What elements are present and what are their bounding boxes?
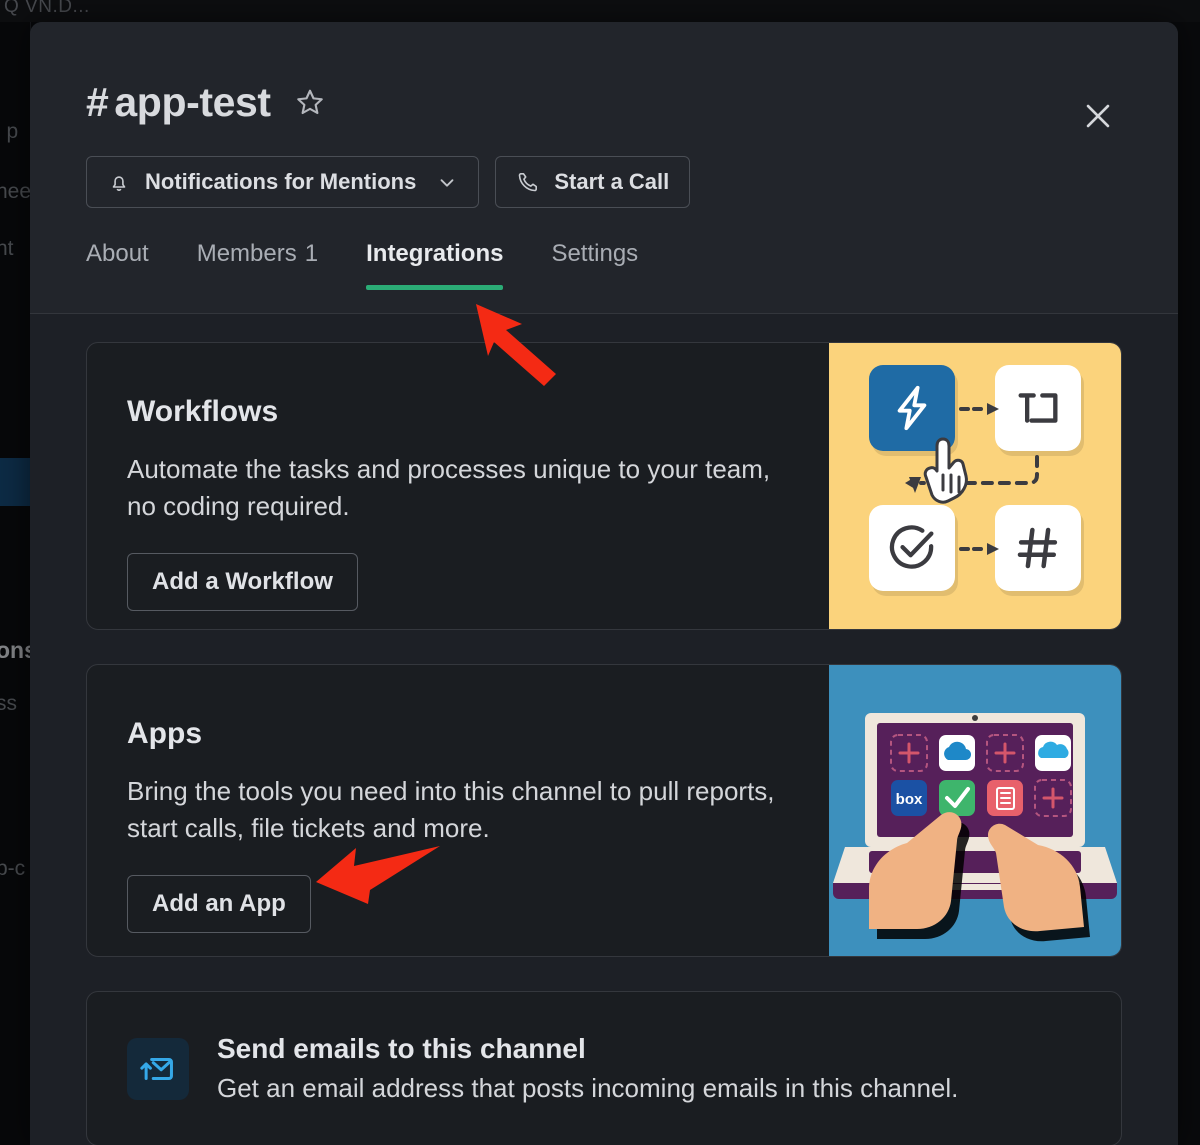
channel-name: app-test bbox=[114, 78, 271, 125]
workflows-card: Workflows Automate the tasks and process… bbox=[86, 342, 1122, 630]
check-circle-icon bbox=[869, 505, 955, 591]
check-icon bbox=[939, 780, 975, 816]
apps-card: Apps Bring the tools you need into this … bbox=[86, 664, 1122, 957]
page-title: # app-test bbox=[86, 79, 271, 126]
modal-title-row: # app-test bbox=[30, 74, 1178, 130]
tab-integrations[interactable]: Integrations bbox=[342, 240, 527, 290]
screen: Q VN.D... l p nee nt ons ss b-c #app-tes… bbox=[0, 0, 1200, 1145]
channel-details-modal: # app-test Notifications for Mentions St… bbox=[30, 22, 1178, 1145]
hash-icon: # bbox=[86, 78, 109, 125]
tab-about[interactable]: About bbox=[86, 240, 173, 290]
tab-settings-label: Settings bbox=[551, 240, 639, 267]
workflows-description: Automate the tasks and processes unique … bbox=[127, 454, 771, 521]
members-count: 1 bbox=[304, 240, 319, 267]
start-call-button-label: Start a Call bbox=[554, 169, 670, 194]
svg-text:box: box bbox=[896, 791, 923, 808]
workflow-illustration bbox=[829, 343, 1121, 629]
phone-icon bbox=[516, 170, 540, 194]
start-call-button[interactable]: Start a Call bbox=[495, 156, 691, 208]
apps-illustration: box bbox=[829, 665, 1121, 956]
add-workflow-button[interactable]: Add a Workflow bbox=[127, 552, 358, 611]
send-emails-card[interactable]: Send emails to this channel Get an email… bbox=[86, 991, 1122, 1145]
bell-icon bbox=[107, 170, 131, 194]
email-forward-icon bbox=[127, 1037, 189, 1100]
box-icon: box bbox=[891, 780, 927, 816]
notifications-button[interactable]: Notifications for Mentions bbox=[86, 156, 480, 208]
send-emails-description: Get an email address that posts incoming… bbox=[217, 1073, 959, 1103]
tab-settings[interactable]: Settings bbox=[527, 240, 662, 290]
laptop-icon: box bbox=[833, 713, 1117, 942]
hash-icon bbox=[995, 505, 1081, 591]
evernote-icon bbox=[987, 780, 1023, 816]
pointing-hand-cursor-icon bbox=[921, 435, 983, 510]
close-icon[interactable] bbox=[1074, 92, 1122, 140]
send-emails-text: Send emails to this channel Get an email… bbox=[217, 1033, 958, 1104]
apps-description: Bring the tools you need into this chann… bbox=[127, 776, 775, 843]
send-emails-title: Send emails to this channel bbox=[217, 1033, 586, 1064]
onedrive-icon bbox=[939, 735, 975, 771]
add-app-button[interactable]: Add an App bbox=[127, 874, 311, 933]
tab-members[interactable]: Members 1 bbox=[173, 240, 342, 290]
salesforce-icon bbox=[1035, 735, 1071, 771]
tab-bar: About Members 1 Integrations Settings bbox=[30, 208, 1178, 290]
tab-integrations-label: Integrations bbox=[366, 240, 504, 267]
chevron-down-icon bbox=[436, 171, 458, 193]
notifications-button-label: Notifications for Mentions bbox=[145, 169, 417, 194]
modal-body: Workflows Automate the tasks and process… bbox=[30, 314, 1178, 1145]
apps-card-text: Apps Bring the tools you need into this … bbox=[87, 665, 787, 956]
workflows-title: Workflows bbox=[127, 395, 279, 428]
star-outline-icon[interactable] bbox=[295, 87, 325, 117]
modal-action-buttons: Notifications for Mentions Start a Call bbox=[30, 130, 1178, 208]
workflows-card-text: Workflows Automate the tasks and process… bbox=[87, 343, 787, 629]
header-divider bbox=[30, 313, 1178, 314]
text-field-icon bbox=[995, 365, 1081, 451]
modal-header: # app-test Notifications for Mentions St… bbox=[30, 22, 1178, 314]
apps-title: Apps bbox=[127, 717, 202, 750]
tab-about-label: About bbox=[86, 240, 149, 267]
tab-members-label: Members bbox=[196, 240, 297, 267]
